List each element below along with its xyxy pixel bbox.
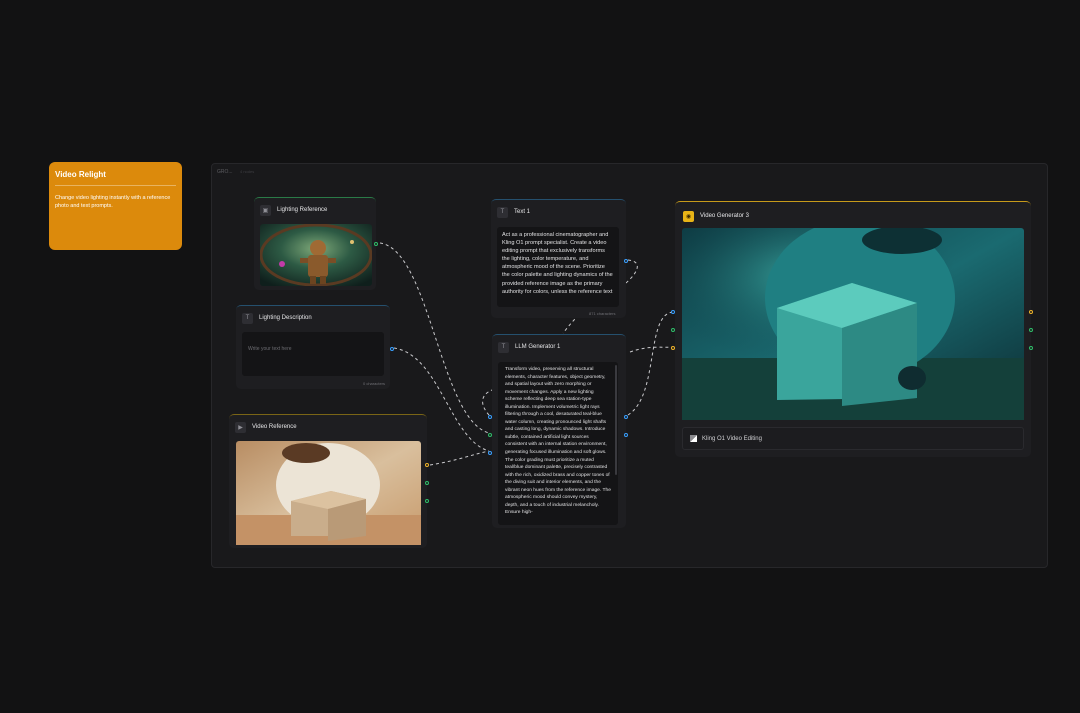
node-lighting-reference[interactable]: ▣ Lighting Reference [254,197,378,290]
video-generator-icon: ◉ [683,210,694,222]
node-title: LLM Generator 1 [515,344,561,350]
node-header: ▣ Lighting Reference [260,204,327,216]
output-port-audio[interactable] [1029,346,1033,350]
output-port-text[interactable] [624,415,628,419]
lighting-description-input[interactable]: Write your text here [242,332,384,376]
wire-llm-to-video-gen [627,311,675,416]
input-port-prompt[interactable] [488,415,492,419]
video-icon: ▶ [235,421,246,433]
output-port-audio[interactable] [425,499,429,503]
node-header: T Lighting Description [242,312,312,324]
output-port-text[interactable] [390,347,394,351]
wire-lighting-ref-to-llm [379,242,490,434]
text-1-content[interactable]: Act as a professional cinematographer an… [497,227,619,307]
node-header: ◉ Video Generator 3 [683,210,749,222]
node-lighting-description[interactable]: T Lighting Description Write your text h… [236,305,394,389]
node-title: Text 1 [514,209,531,215]
image-icon: ▣ [260,204,271,216]
node-title: Video Reference [252,424,297,430]
wire-llm-loop [482,389,493,416]
text-icon: T [498,341,509,353]
output-port-image[interactable] [425,481,429,485]
node-title: Lighting Reference [277,207,328,213]
node-header: ▶ Video Reference [235,421,297,433]
input-port-prompt[interactable] [671,310,675,314]
character-counter: 871 characters [589,311,616,316]
input-port-text[interactable] [488,451,492,455]
output-port-image[interactable] [1029,328,1033,332]
video-reference-preview[interactable] [236,441,421,545]
node-video-generator-3[interactable]: ◉ Video Generator 3 [671,201,1033,457]
input-placeholder: Write your text here [248,346,292,352]
wire-video-ref-to-video-gen [629,346,675,353]
node-header: T LLM Generator 1 [498,341,560,353]
output-port-text[interactable] [624,259,628,263]
output-port-image[interactable] [374,242,378,246]
model-selector[interactable]: Kling O1 Video Editing [682,427,1024,450]
output-port-video[interactable] [425,463,429,467]
kling-logo-icon [690,435,697,442]
node-text-1[interactable]: T Text 1 Act as a professional cinematog… [491,199,628,318]
input-port-image[interactable] [488,433,492,437]
llm-output-text[interactable]: Transform video, preserving all structur… [498,362,618,525]
output-port-video[interactable] [1029,310,1033,314]
character-counter: 0 characters [363,381,386,386]
node-title: Video Generator 3 [700,213,749,219]
generated-video-preview[interactable] [682,228,1024,420]
node-llm-generator-1[interactable]: T LLM Generator 1 Transform video, prese… [488,334,628,528]
lighting-reference-image [260,224,372,286]
input-port-image[interactable] [671,328,675,332]
wire-video-ref-to-llm [429,450,490,466]
scrollbar[interactable] [615,365,617,475]
output-port-alt[interactable] [624,433,628,437]
input-port-video[interactable] [671,346,675,350]
text-icon: T [497,206,508,218]
node-header: T Text 1 [497,206,530,218]
node-title: Lighting Description [259,315,312,321]
model-label: Kling O1 Video Editing [702,435,762,442]
text-icon: T [242,312,253,324]
node-video-reference[interactable]: ▶ Video Reference [229,414,429,548]
